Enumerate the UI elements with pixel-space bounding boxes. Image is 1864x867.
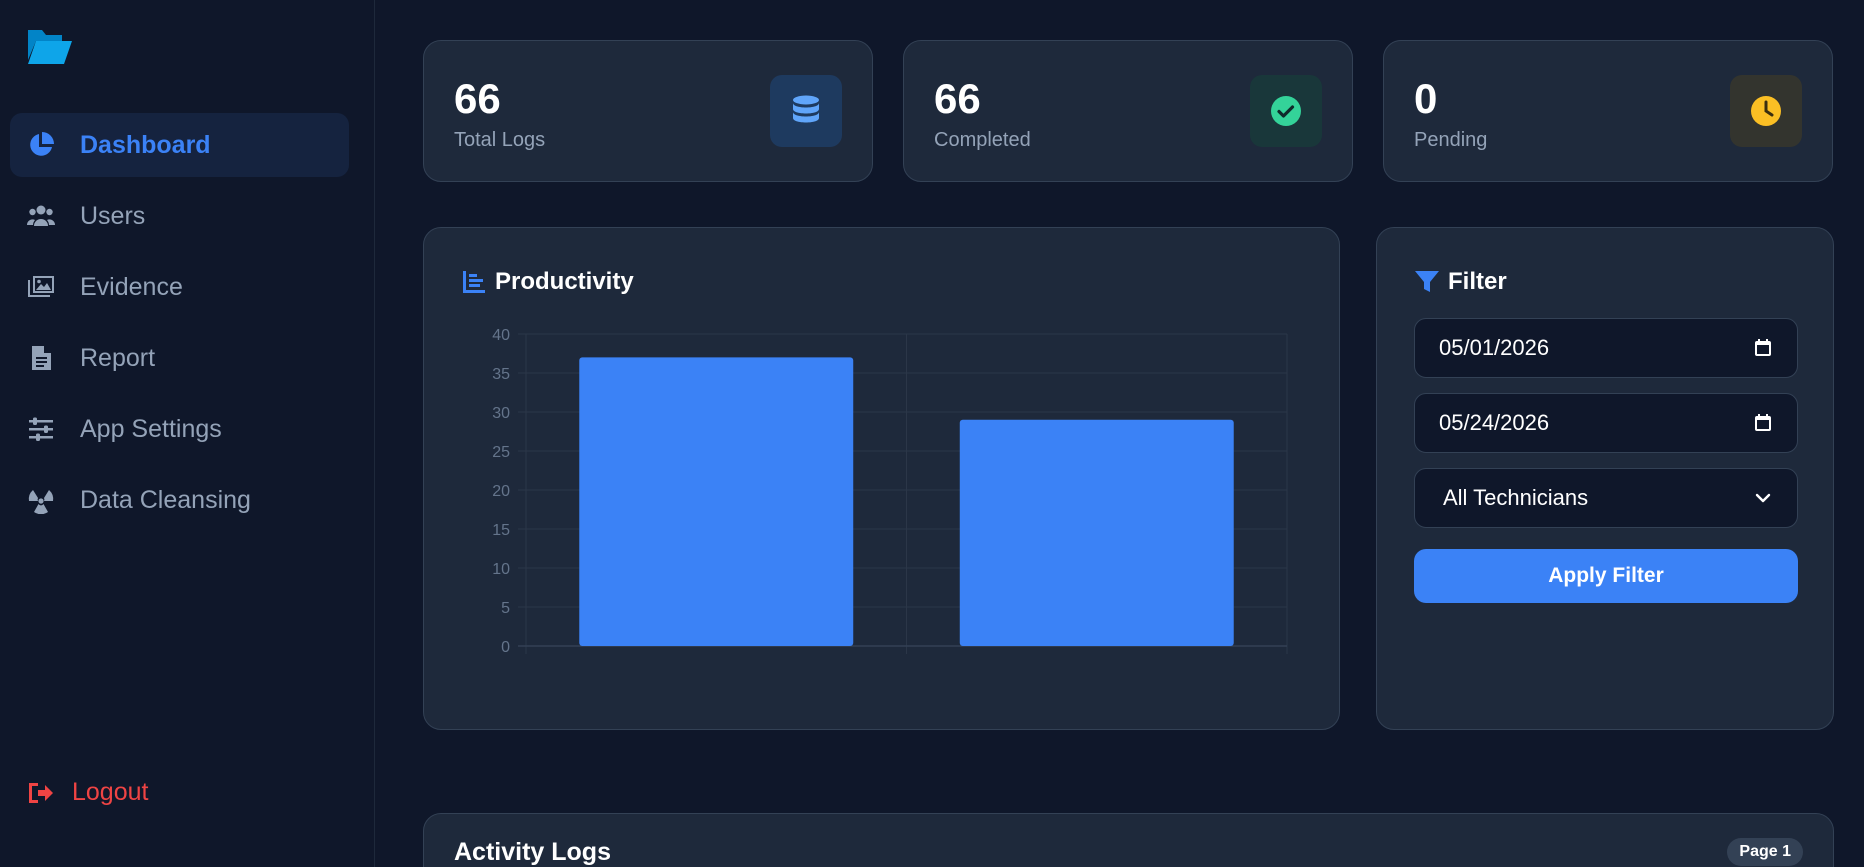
sidebar-item-dashboard[interactable]: Dashboard	[10, 113, 349, 177]
logout-button[interactable]: Logout	[26, 778, 148, 807]
logout-label: Logout	[72, 778, 149, 806]
radiation-icon	[26, 485, 56, 515]
y-tick-label: 30	[492, 405, 510, 422]
end-date-input[interactable]: 05/24/2026	[1414, 393, 1798, 453]
y-tick-label: 20	[492, 483, 510, 500]
stat-value: 66	[934, 75, 981, 122]
images-icon	[26, 272, 56, 302]
start-date-value: 05/01/2026	[1439, 335, 1550, 360]
chart-bar-icon	[463, 271, 485, 293]
sidebar-item-label: App Settings	[80, 414, 222, 443]
filter-icon	[1415, 271, 1439, 292]
technician-selected-value: All Technicians	[1443, 485, 1589, 510]
check-circle-icon	[1271, 96, 1301, 126]
technician-select[interactable]: All Technicians	[1414, 468, 1798, 528]
start-date-input[interactable]: 05/01/2026	[1414, 318, 1798, 378]
productivity-title-text: Productivity	[495, 268, 634, 295]
sidebar-item-evidence[interactable]: Evidence	[10, 255, 349, 319]
sidebar-item-users[interactable]: Users	[10, 184, 349, 248]
calendar-icon[interactable]	[1753, 413, 1773, 433]
chart-pie-icon	[26, 130, 56, 160]
file-lines-icon	[26, 343, 56, 373]
stat-card-completed: 66 Completed	[903, 40, 1353, 182]
sidebar-item-data-cleansing[interactable]: Data Cleansing	[10, 468, 349, 532]
productivity-bar-chart: 0 5 10 15 20 25 30 35 40	[492, 327, 1288, 656]
y-tick-label: 25	[492, 444, 510, 461]
filter-title-text: Filter	[1448, 268, 1507, 295]
stat-value: 66	[454, 75, 501, 122]
sidebar-item-app-settings[interactable]: App Settings	[10, 397, 349, 461]
y-tick-label: 35	[492, 366, 510, 383]
sidebar-nav: Dashboard Users Evidence Report App Sett…	[10, 113, 349, 539]
productivity-card: Productivity 0 5 10 15 20 25 30 35 40	[423, 227, 1340, 730]
stat-label: Pending	[1414, 129, 1488, 151]
y-tick-label: 10	[492, 561, 510, 578]
y-tick-label: 15	[492, 522, 510, 539]
sidebar-item-label: Users	[80, 201, 146, 230]
stat-value: 0	[1414, 75, 1438, 122]
sidebar-item-label: Evidence	[80, 272, 183, 301]
stat-label: Total Logs	[454, 129, 546, 151]
filter-card: Filter 05/01/2026 05/24/2026 All Technic…	[1376, 227, 1834, 730]
clock-icon	[1751, 96, 1781, 126]
apply-filter-button[interactable]: Apply Filter	[1414, 549, 1798, 603]
sidebar-item-report[interactable]: Report	[10, 326, 349, 390]
page-badge: Page 1	[1727, 838, 1803, 866]
activity-logs-title: Activity Logs	[454, 838, 611, 866]
y-tick-label: 0	[501, 639, 510, 656]
stat-card-total-logs: 66 Total Logs	[423, 40, 873, 182]
stat-label: Completed	[934, 129, 1031, 151]
y-tick-label: 5	[501, 600, 510, 617]
database-icon	[793, 95, 819, 123]
folder-open-icon[interactable]	[26, 26, 72, 66]
sidebar-item-label: Dashboard	[80, 130, 211, 159]
end-date-value: 05/24/2026	[1439, 410, 1550, 435]
sliders-icon	[26, 414, 56, 444]
users-icon	[26, 201, 56, 231]
bar[interactable]	[579, 357, 854, 646]
sign-out-icon	[29, 782, 53, 803]
calendar-icon[interactable]	[1753, 338, 1773, 358]
stat-card-pending: 0 Pending	[1383, 40, 1833, 182]
activity-logs-card: Activity Logs Page 1	[423, 813, 1834, 867]
bar[interactable]	[959, 419, 1234, 646]
stat-badge	[770, 75, 842, 147]
sidebar-item-label: Report	[80, 343, 156, 372]
stat-badge	[1730, 75, 1802, 147]
y-tick-label: 40	[492, 327, 510, 344]
sidebar: Dashboard Users Evidence Report App Sett…	[0, 0, 375, 867]
filter-title: Filter	[1414, 268, 1507, 296]
sidebar-item-label: Data Cleansing	[80, 485, 251, 514]
stat-badge	[1250, 75, 1322, 147]
chevron-down-icon	[1753, 488, 1773, 508]
productivity-title: Productivity	[461, 268, 634, 296]
